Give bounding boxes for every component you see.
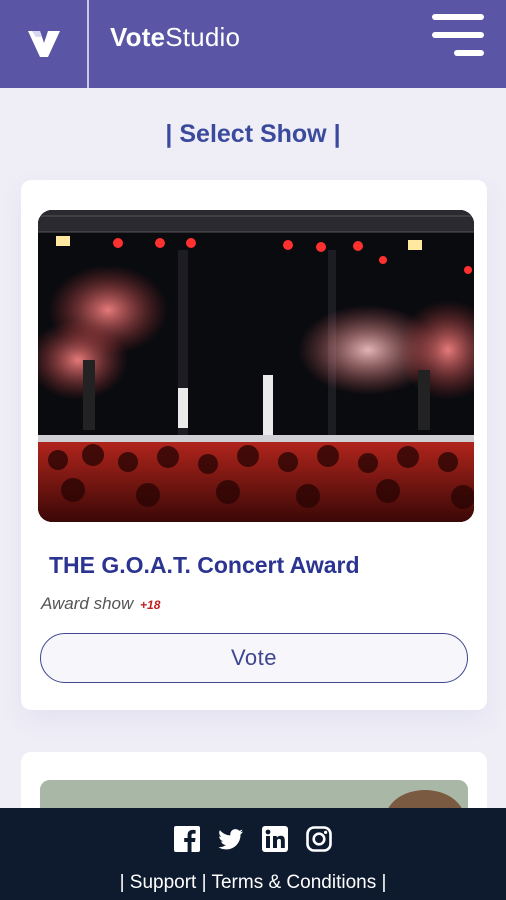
site-footer: | Support | Terms & Conditions |	[0, 808, 506, 900]
page-title: | Select Show |	[165, 120, 341, 148]
show-title: THE G.O.A.T. Concert Award	[49, 552, 360, 578]
linkedin-icon[interactable]	[262, 826, 288, 852]
show-category: Award show +18	[41, 594, 160, 614]
footer-separator: |	[201, 872, 207, 893]
terms-link[interactable]: Terms & Conditions	[211, 872, 376, 893]
support-link[interactable]: Support	[130, 872, 197, 893]
vote-button[interactable]: Vote	[40, 633, 468, 683]
instagram-icon[interactable]	[306, 826, 332, 852]
show-category-label: Award show	[41, 594, 134, 613]
footer-separator: |	[119, 872, 125, 893]
social-links	[0, 826, 506, 852]
show-card: THE G.O.A.T. Concert Award Award show +1…	[21, 180, 487, 710]
footer-links: | Support | Terms & Conditions |	[0, 872, 506, 894]
hamburger-menu-icon[interactable]	[428, 12, 488, 58]
brand-name: VoteStudio	[110, 22, 240, 53]
brand-name-bold: Vote	[110, 22, 166, 52]
show-image[interactable]	[38, 210, 474, 522]
v-logo-icon	[27, 31, 60, 57]
facebook-icon[interactable]	[174, 826, 200, 852]
age-rating-badge: +18	[140, 598, 161, 612]
logo[interactable]	[0, 0, 89, 88]
brand-name-regular: Studio	[165, 22, 241, 52]
twitter-icon[interactable]	[218, 826, 244, 852]
app-header: VoteStudio	[0, 0, 506, 88]
footer-separator: |	[381, 872, 387, 893]
